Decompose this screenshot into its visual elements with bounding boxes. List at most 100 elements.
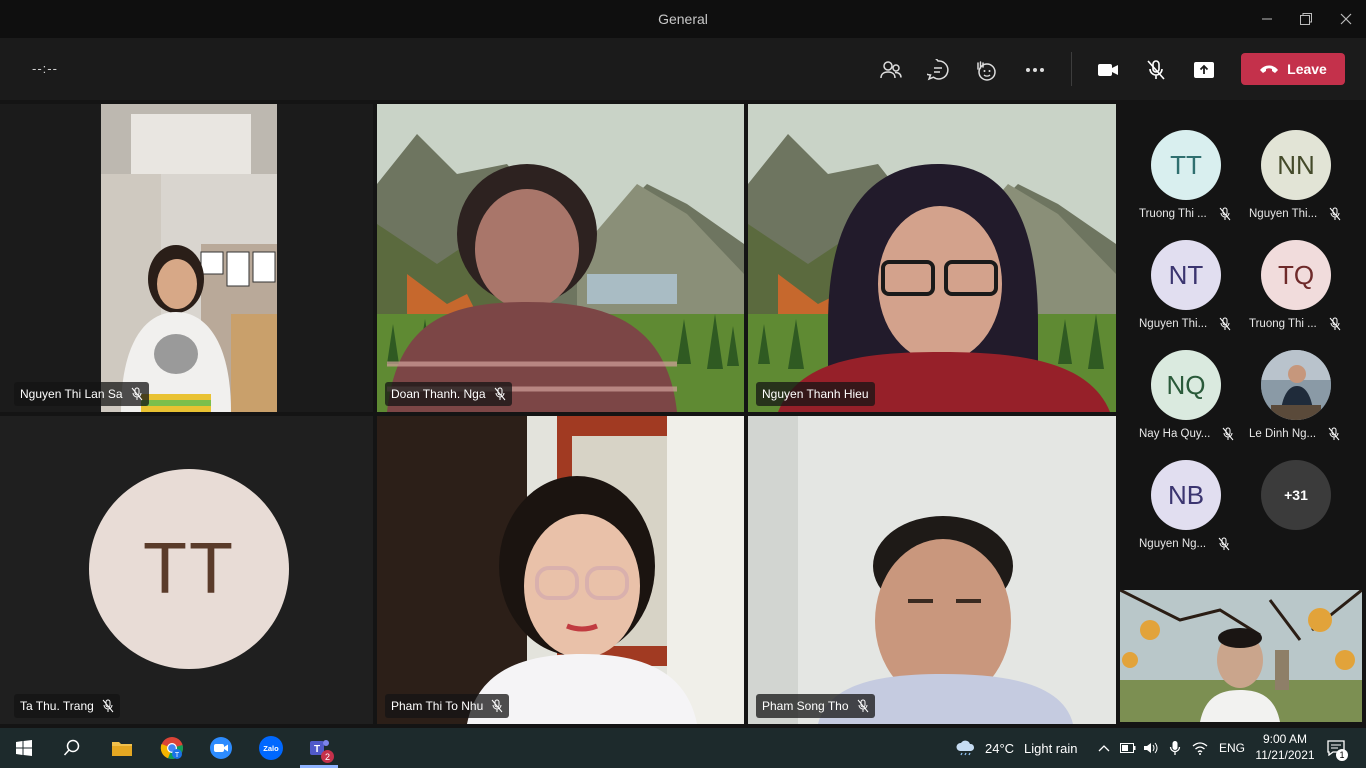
weather-icon[interactable] [952,734,980,762]
video-tile[interactable]: Nguyen Thi Lan Sa [0,104,373,412]
wifi-icon [1192,742,1208,755]
teams-button[interactable]: T 2 [305,734,334,763]
speaker-icon [1144,742,1158,754]
weather-description[interactable]: Light rain [1024,741,1077,756]
minimize-icon [1262,18,1272,20]
zoom-button[interactable] [207,734,235,762]
svg-text:T: T [314,744,320,755]
participant-name: Nguyen Thanh Hieu [762,387,869,401]
participant-nametag: Pham Thi To Nhu [385,694,510,718]
battery-button[interactable] [1118,734,1138,762]
roster-item[interactable]: NQ Nay Ha Quy... [1120,324,1234,441]
participant-nametag: Nguyen Thanh Hieu [756,382,875,406]
title-bar: General [0,0,1366,38]
toolbar-divider [1071,52,1072,86]
video-tile[interactable]: Pham Song Tho [748,416,1116,724]
close-icon [1340,13,1352,25]
chevron-up-icon [1098,745,1110,752]
meeting-timer: --:-- [32,61,58,76]
more-participants-button[interactable]: +31 [1230,434,1340,544]
roster-item[interactable]: Le Dinh Ng... [1230,324,1340,441]
notification-center-button[interactable]: 1 [1322,734,1350,762]
restore-button[interactable] [1286,6,1326,32]
leave-button[interactable]: Leave [1241,53,1345,85]
participant-nametag: Nguyen Thi Lan Sa [14,382,149,406]
mic-off-icon [491,699,503,713]
self-preview-video[interactable] [1120,590,1362,722]
microphone-button[interactable] [1140,54,1172,86]
participant-nametag: Ta Thu. Trang [14,694,120,718]
minimize-button[interactable] [1247,6,1287,32]
search-button[interactable] [58,734,86,762]
raise-hand-icon [977,61,996,81]
more-actions-button[interactable] [1019,54,1051,86]
mic-off-icon [102,699,114,713]
avatar-tile[interactable]: TT Ta Thu. Trang [0,416,373,724]
chrome-button[interactable]: T [158,734,186,762]
video-tile[interactable]: Doan Thanh. Nga [377,104,744,412]
more-participants-count: +31 [1261,460,1331,530]
participant-roster: TT Truong Thi ... NN Nguyen Thi... NT Ng… [1120,104,1366,584]
participant-video [377,104,744,412]
more-icon [1026,68,1044,72]
camera-icon [1098,64,1118,76]
clock-date: 11/21/2021 [1255,748,1315,762]
start-button[interactable] [10,734,38,762]
participants-button[interactable] [875,54,907,86]
participant-nametag: Pham Song Tho [756,694,875,718]
mic-off-icon [857,699,868,713]
volume-button[interactable] [1141,734,1161,762]
teams-badge: 2 [321,750,334,763]
clock[interactable]: 9:00 AM 11/21/2021 [1253,731,1317,765]
roster-item[interactable]: NB Nguyen Ng... [1120,434,1230,551]
microphone-in-use-button[interactable] [1165,734,1185,762]
roster-item[interactable]: TT Truong Thi ... [1120,104,1231,221]
input-language[interactable]: ENG [1219,741,1245,755]
roster-avatar: NB [1151,460,1221,530]
video-tile[interactable]: Pham Thi To Nhu [377,416,744,724]
roster-item[interactable]: NT Nguyen Thi... [1120,214,1231,331]
participant-name: Pham Song Tho [762,699,849,713]
chat-button[interactable] [922,54,954,86]
participant-name: Ta Thu. Trang [20,699,94,713]
video-tile[interactable]: Nguyen Thanh Hieu [748,104,1116,412]
svg-text:T: T [175,752,180,759]
participant-video [748,416,1116,724]
participant-video [377,416,744,724]
people-icon [880,61,902,79]
roster-item[interactable]: NN Nguyen Thi... [1230,104,1341,221]
weather-temperature[interactable]: 24°C [985,741,1014,756]
mic-off-icon [1147,60,1165,80]
roster-avatar: NQ [1151,350,1221,420]
zoom-icon [210,737,232,759]
zalo-icon: Zalo [259,736,283,760]
microphone-icon [1169,741,1181,755]
notification-count: 1 [1336,749,1348,761]
restore-icon [1300,13,1312,25]
participant-name: Pham Thi To Nhu [391,699,484,713]
network-button[interactable] [1190,734,1210,762]
mic-off-icon [494,387,505,401]
roster-avatar: TQ [1261,240,1331,310]
search-icon [63,739,80,756]
show-hidden-icons-button[interactable] [1094,734,1114,762]
zalo-button[interactable]: Zalo [257,734,285,762]
camera-button[interactable] [1092,54,1124,86]
battery-icon [1120,743,1136,753]
mic-off-icon [1218,537,1230,551]
windows-icon [16,740,32,756]
roster-item[interactable]: TQ Truong Thi ... [1230,214,1341,331]
meeting-toolbar: --:-- Leave [0,38,1366,100]
roster-avatar: NN [1261,130,1331,200]
participant-video [101,104,277,412]
share-screen-button[interactable] [1188,54,1220,86]
close-window-button[interactable] [1326,6,1366,32]
share-icon [1194,62,1214,78]
participant-name: Nguyen Thi Lan Sa [20,387,123,401]
roster-name: Nguyen Ng... [1139,537,1230,551]
reactions-button[interactable] [970,54,1002,86]
file-explorer-button[interactable] [108,734,136,762]
participant-avatar: TT [89,469,289,669]
chat-icon [927,59,949,81]
cloud-rain-icon [956,740,975,756]
